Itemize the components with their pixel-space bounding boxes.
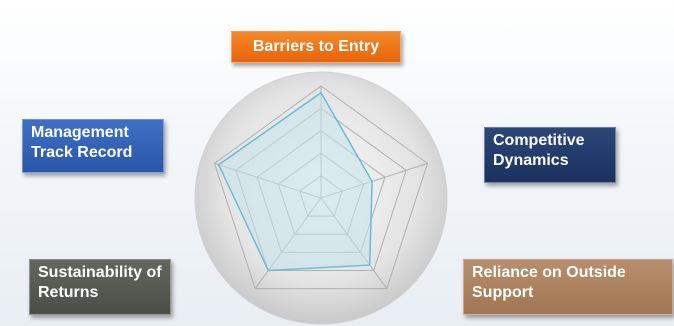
category-label-sustainability-of-returns: Sustainability of Returns [29,259,171,315]
category-label-competitive-dynamics: Competitive Dynamics [484,127,616,183]
category-label-text: Competitive Dynamics [493,132,585,169]
category-label-text: Sustainability of Returns [38,264,162,301]
category-label-text: Reliance on Outside Support [472,264,626,301]
category-label-reliance-on-outside-support: Reliance on Outside Support [463,259,673,315]
category-label-text: Barriers to Entry [252,38,380,55]
category-label-management-track-record: Management Track Record [22,119,164,173]
radar-chart-figure: Barriers to Entry Management Track Recor… [0,0,674,326]
category-label-text: Management Track Record [31,124,133,161]
category-label-barriers-to-entry: Barriers to Entry [231,31,401,63]
